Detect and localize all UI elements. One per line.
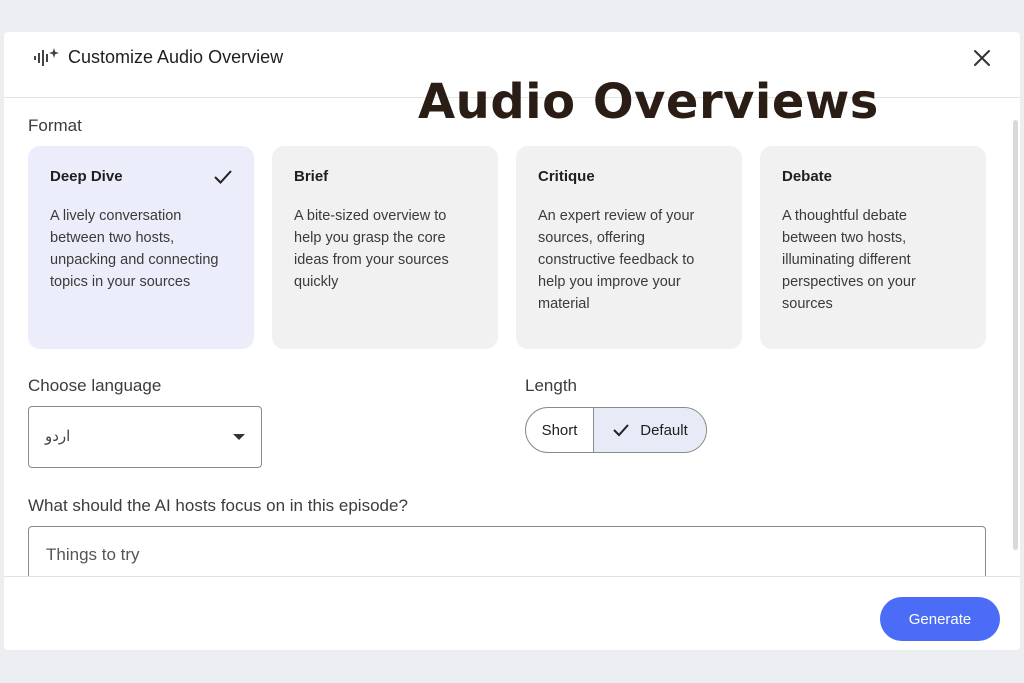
check-icon	[613, 424, 629, 437]
focus-label: What should the AI hosts focus on in thi…	[28, 496, 408, 515]
generate-button[interactable]: Generate	[880, 597, 1000, 641]
scrollbar[interactable]	[1013, 120, 1018, 550]
length-label: Length	[525, 376, 577, 395]
card-description: An expert review of your sources, offeri…	[538, 208, 695, 312]
customize-audio-dialog: Customize Audio Overview Format Deep Div…	[4, 32, 1020, 650]
format-card-debate[interactable]: Debate A thoughtful debate between two h…	[760, 146, 986, 349]
card-description: A bite-sized overview to help you grasp …	[294, 208, 449, 290]
language-label: Choose language	[28, 376, 162, 395]
length-default-button[interactable]: Default	[594, 408, 706, 452]
format-label: Format	[28, 116, 82, 135]
check-icon	[212, 166, 234, 188]
format-card-critique[interactable]: Critique An expert review of your source…	[516, 146, 742, 349]
card-title: Deep Dive	[50, 168, 123, 185]
format-card-brief[interactable]: Brief A bite-sized overview to help you …	[272, 146, 498, 349]
close-button[interactable]	[968, 44, 996, 72]
card-title: Brief	[294, 168, 329, 185]
dialog-footer: Generate	[4, 576, 1020, 650]
card-title: Debate	[782, 168, 833, 185]
overlay-title: Audio Overviews	[418, 74, 879, 130]
focus-placeholder: Things to try	[46, 545, 140, 564]
language-select[interactable]: اردو	[28, 406, 262, 468]
sparkle-waveform-icon	[32, 46, 60, 70]
card-description: A lively conversation between two hosts,…	[50, 208, 219, 290]
length-segmented-control: Short Default	[525, 407, 707, 453]
length-short-button[interactable]: Short	[526, 408, 594, 452]
format-card-deep-dive[interactable]: Deep Dive A lively conversation between …	[28, 146, 254, 349]
card-title: Critique	[538, 168, 595, 185]
length-default-label: Default	[640, 421, 688, 439]
dialog-title: Customize Audio Overview	[68, 47, 284, 67]
dropdown-arrow-icon	[233, 434, 245, 440]
close-icon	[974, 50, 990, 66]
card-description: A thoughtful debate between two hosts, i…	[782, 208, 916, 312]
language-value: اردو	[45, 427, 71, 445]
